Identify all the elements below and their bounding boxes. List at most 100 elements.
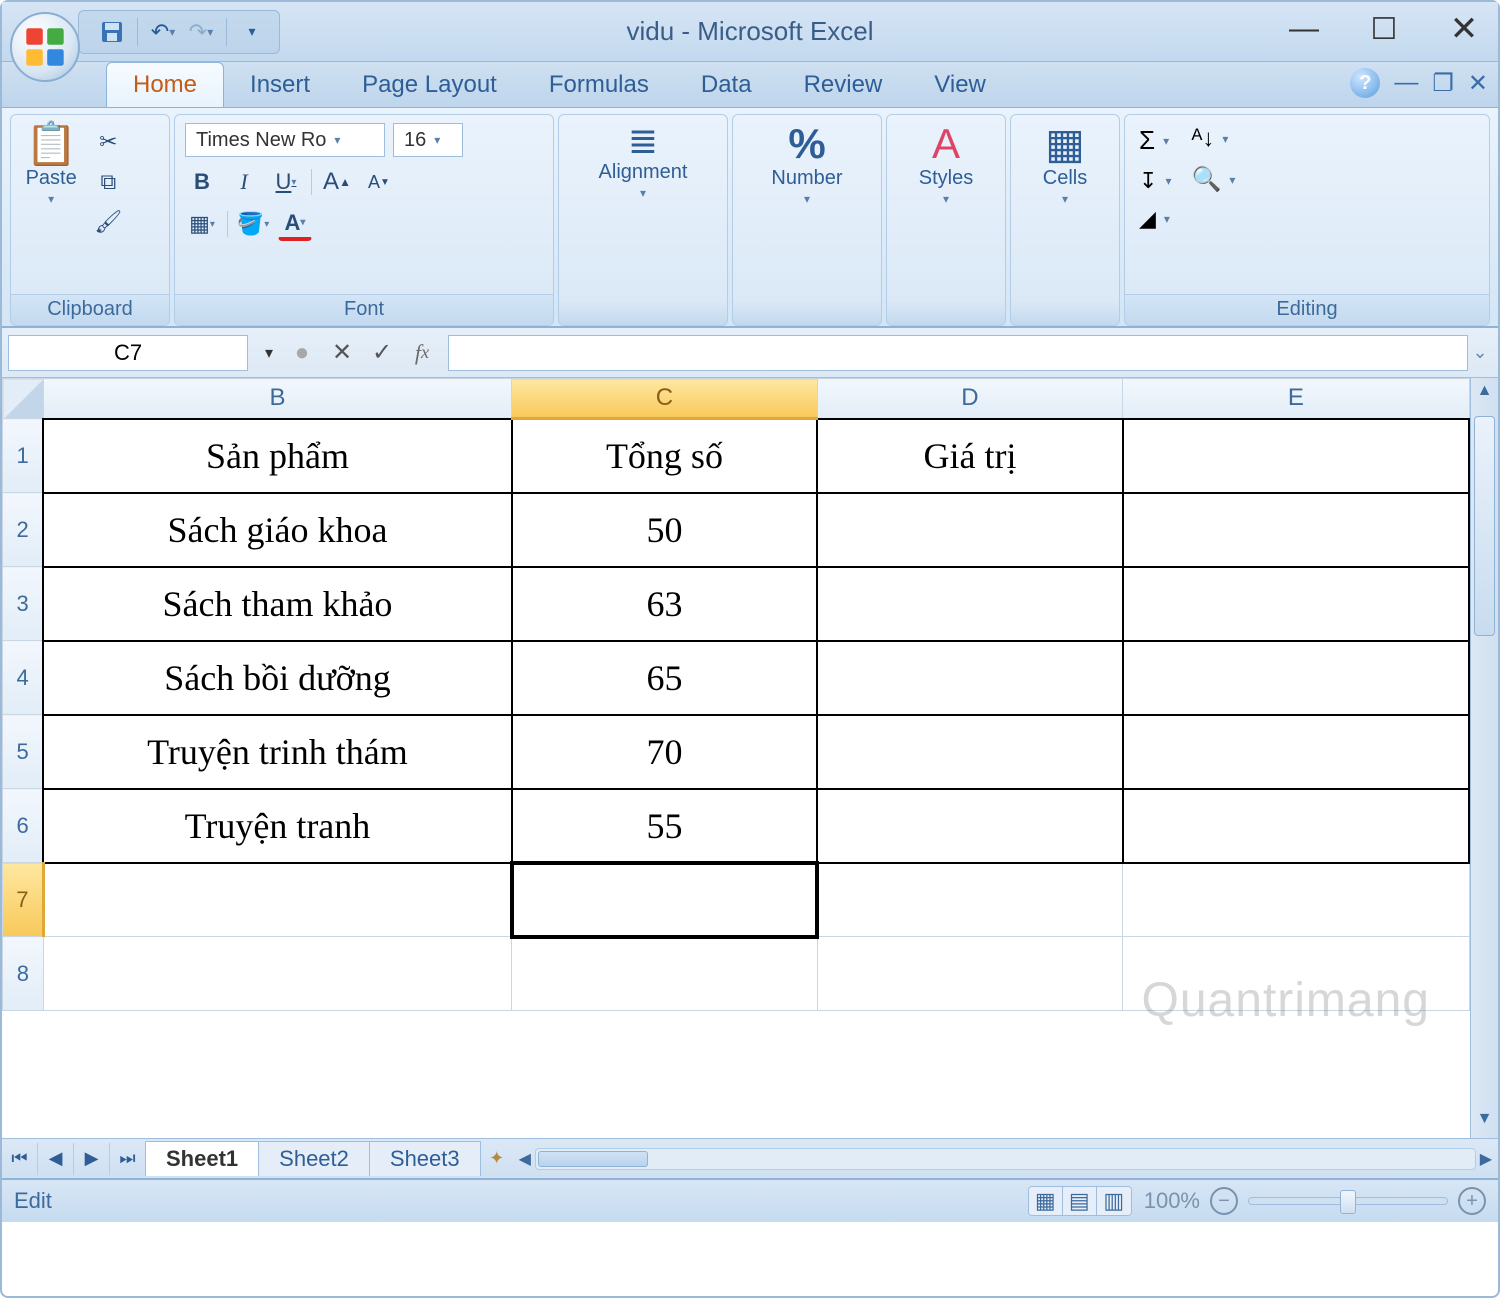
cell-E1[interactable] bbox=[1123, 419, 1469, 493]
tab-insert[interactable]: Insert bbox=[224, 63, 336, 107]
scroll-left-icon[interactable]: ◀ bbox=[519, 1149, 531, 1169]
col-header-B[interactable]: B bbox=[43, 379, 511, 419]
page-break-view-icon[interactable]: ▥ bbox=[1097, 1187, 1131, 1215]
bold-button[interactable]: B bbox=[185, 165, 219, 199]
fx-icon[interactable]: fx bbox=[402, 335, 442, 371]
zoom-out-icon[interactable]: − bbox=[1210, 1187, 1238, 1215]
cancel-formula-icon[interactable]: ● bbox=[282, 335, 322, 371]
col-header-E[interactable]: E bbox=[1123, 379, 1469, 419]
zoom-slider[interactable] bbox=[1248, 1197, 1448, 1205]
cell-B7[interactable] bbox=[43, 863, 511, 937]
cell-E3[interactable] bbox=[1123, 567, 1469, 641]
cell-B3[interactable]: Sách tham khảo bbox=[43, 567, 511, 641]
row-header-4[interactable]: 4 bbox=[3, 641, 44, 715]
scroll-down-icon[interactable]: ▼ bbox=[1471, 1110, 1498, 1134]
cell-C2[interactable]: 50 bbox=[512, 493, 818, 567]
close-doc-icon[interactable]: ✕ bbox=[1468, 69, 1488, 98]
fill-icon[interactable]: ↧ bbox=[1139, 168, 1157, 194]
shrink-font-button[interactable]: A▼ bbox=[362, 165, 396, 199]
formula-input[interactable] bbox=[448, 335, 1468, 371]
tab-formulas[interactable]: Formulas bbox=[523, 63, 675, 107]
tab-view[interactable]: View bbox=[908, 63, 1012, 107]
scroll-thumb[interactable] bbox=[1474, 416, 1495, 636]
page-layout-view-icon[interactable]: ▤ bbox=[1063, 1187, 1097, 1215]
expand-formula-icon[interactable]: ⌄ bbox=[1468, 342, 1492, 363]
horizontal-scrollbar[interactable]: ◀ ▶ bbox=[513, 1148, 1498, 1170]
namebox-dropdown-icon[interactable]: ▾ bbox=[256, 343, 282, 363]
cell-E7[interactable] bbox=[1123, 863, 1469, 937]
row-header-1[interactable]: 1 bbox=[3, 419, 44, 493]
cancel-icon[interactable]: ✕ bbox=[322, 335, 362, 371]
scroll-up-icon[interactable]: ▲ bbox=[1471, 382, 1498, 406]
row-header-3[interactable]: 3 bbox=[3, 567, 44, 641]
minimize-button[interactable]: — bbox=[1284, 12, 1324, 46]
cell-E5[interactable] bbox=[1123, 715, 1469, 789]
font-color-button[interactable]: A▾ bbox=[278, 207, 312, 241]
redo-icon[interactable]: ↷▾ bbox=[188, 19, 214, 45]
help-icon[interactable]: ? bbox=[1350, 68, 1380, 98]
col-header-C[interactable]: C bbox=[512, 379, 818, 419]
find-icon[interactable]: 🔍 bbox=[1191, 165, 1221, 194]
sort-filter-icon[interactable]: ᴬ↓ bbox=[1191, 125, 1214, 153]
cut-icon[interactable]: ✂ bbox=[91, 125, 125, 159]
cell-B1[interactable]: Sản phẩm bbox=[43, 419, 511, 493]
cell-C6[interactable]: 55 bbox=[512, 789, 818, 863]
save-icon[interactable] bbox=[99, 19, 125, 45]
number-button[interactable]: % Number ▾ bbox=[765, 119, 848, 210]
fill-color-button[interactable]: 🪣▾ bbox=[236, 207, 270, 241]
hscroll-thumb[interactable] bbox=[538, 1151, 648, 1167]
font-size-combo[interactable]: 16▾ bbox=[393, 123, 463, 157]
zoom-in-icon[interactable]: + bbox=[1458, 1187, 1486, 1215]
first-sheet-icon[interactable]: ⏮ bbox=[2, 1143, 38, 1175]
cell-D1[interactable]: Giá trị bbox=[817, 419, 1123, 493]
row-header-8[interactable]: 8 bbox=[3, 937, 44, 1011]
maximize-button[interactable]: ☐ bbox=[1364, 12, 1404, 46]
borders-button[interactable]: ▦▾ bbox=[185, 207, 219, 241]
cell-D5[interactable] bbox=[817, 715, 1123, 789]
close-button[interactable]: ✕ bbox=[1444, 12, 1484, 46]
cell-C3[interactable]: 63 bbox=[512, 567, 818, 641]
paste-button[interactable]: 📋 Paste ▾ bbox=[19, 119, 83, 210]
cell-E4[interactable] bbox=[1123, 641, 1469, 715]
name-box[interactable]: C7 bbox=[8, 335, 248, 371]
cell-B5[interactable]: Truyện trinh thám bbox=[43, 715, 511, 789]
row-header-6[interactable]: 6 bbox=[3, 789, 44, 863]
office-button[interactable] bbox=[10, 12, 80, 82]
minimize-ribbon-icon[interactable]: — bbox=[1394, 69, 1418, 97]
cell-B2[interactable]: Sách giáo khoa bbox=[43, 493, 511, 567]
cell-C8[interactable] bbox=[512, 937, 818, 1011]
format-painter-icon[interactable]: 🖌 bbox=[91, 205, 125, 239]
row-header-2[interactable]: 2 bbox=[3, 493, 44, 567]
scroll-right-icon[interactable]: ▶ bbox=[1480, 1149, 1492, 1169]
tab-data[interactable]: Data bbox=[675, 63, 778, 107]
cell-D2[interactable] bbox=[817, 493, 1123, 567]
col-header-D[interactable]: D bbox=[817, 379, 1123, 419]
undo-icon[interactable]: ↶▾ bbox=[150, 19, 176, 45]
new-sheet-icon[interactable]: ✦ bbox=[481, 1148, 513, 1169]
clear-icon[interactable]: ◢ bbox=[1139, 206, 1156, 232]
enter-icon[interactable]: ✓ bbox=[362, 335, 402, 371]
zoom-level[interactable]: 100% bbox=[1144, 1188, 1200, 1214]
sheet-tab-3[interactable]: Sheet3 bbox=[369, 1141, 481, 1176]
sheet-tab-2[interactable]: Sheet2 bbox=[258, 1141, 370, 1176]
select-all-button[interactable] bbox=[3, 379, 44, 419]
tab-review[interactable]: Review bbox=[778, 63, 909, 107]
alignment-button[interactable]: ≣ Alignment ▾ bbox=[593, 119, 694, 204]
font-name-combo[interactable]: Times New Ro▾ bbox=[185, 123, 385, 157]
cell-C5[interactable]: 70 bbox=[512, 715, 818, 789]
cell-B8[interactable] bbox=[43, 937, 511, 1011]
cell-D6[interactable] bbox=[817, 789, 1123, 863]
cell-B4[interactable]: Sách bồi dưỡng bbox=[43, 641, 511, 715]
zoom-knob[interactable] bbox=[1340, 1190, 1356, 1214]
next-sheet-icon[interactable]: ▶ bbox=[74, 1143, 110, 1175]
worksheet[interactable]: B C D E 1 Sản phẩm Tổng số Giá trị 2 Sác… bbox=[2, 378, 1470, 1138]
cell-D7[interactable] bbox=[817, 863, 1123, 937]
styles-button[interactable]: A Styles ▾ bbox=[913, 119, 979, 210]
last-sheet-icon[interactable]: ⏭ bbox=[110, 1143, 146, 1175]
grow-font-button[interactable]: A▲ bbox=[320, 165, 354, 199]
cell-D8[interactable] bbox=[817, 937, 1123, 1011]
row-header-5[interactable]: 5 bbox=[3, 715, 44, 789]
qat-customize-icon[interactable]: ▾ bbox=[239, 19, 265, 45]
cell-E2[interactable] bbox=[1123, 493, 1469, 567]
prev-sheet-icon[interactable]: ◀ bbox=[38, 1143, 74, 1175]
